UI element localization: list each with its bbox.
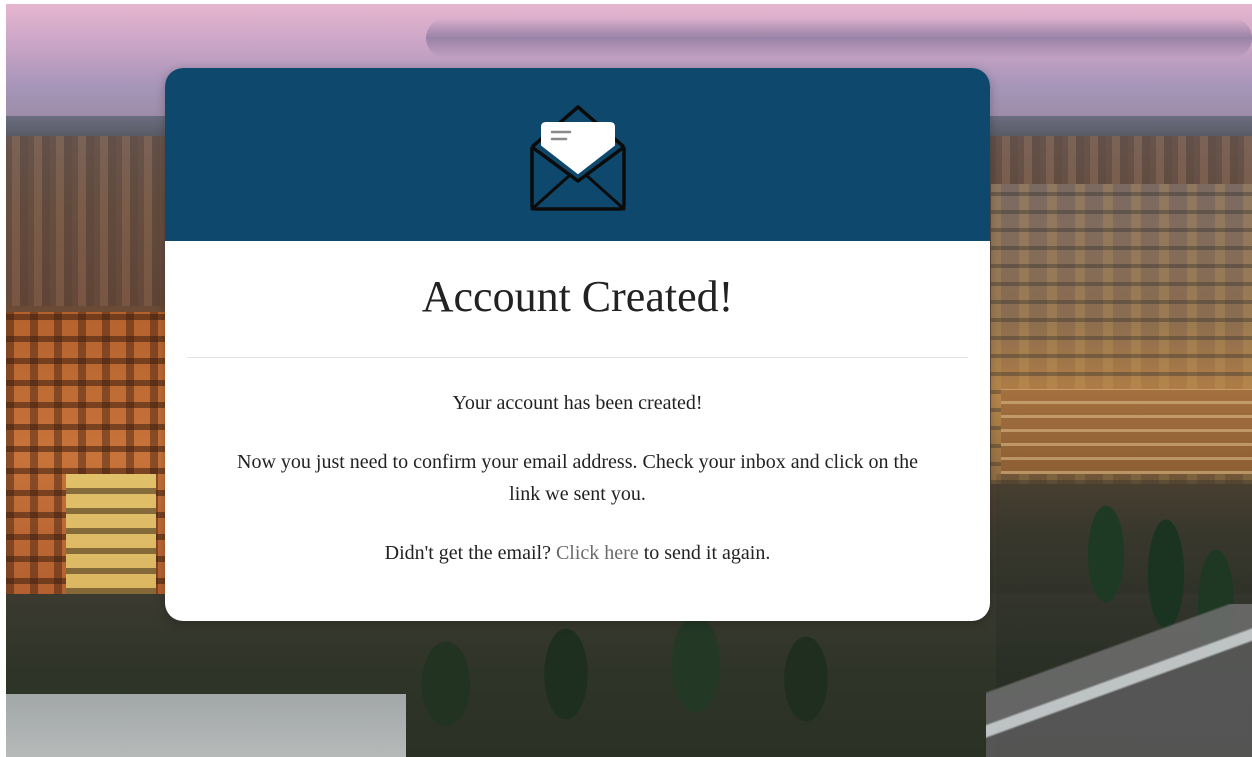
card-header: [165, 68, 990, 241]
resend-email-line: Didn't get the email? Click here to send…: [187, 537, 968, 569]
resend-suffix-text: to send it again.: [643, 542, 771, 564]
page-title: Account Created!: [421, 272, 734, 321]
account-created-card: Account Created! Your account has been c…: [165, 68, 990, 621]
background-cloud: [426, 18, 1252, 58]
resend-email-link[interactable]: Click here: [556, 542, 639, 564]
background-road: [986, 604, 1252, 757]
title-divider: [187, 357, 968, 358]
card-body: Account Created! Your account has been c…: [165, 269, 990, 569]
resend-prefix-text: Didn't get the email?: [384, 542, 551, 564]
background-snow: [6, 694, 406, 757]
confirm-email-message: Now you just need to confirm your email …: [237, 451, 918, 505]
background-parking-garage: [1001, 389, 1252, 474]
open-envelope-icon: [529, 104, 626, 211]
account-created-message: Your account has been created!: [452, 392, 703, 414]
